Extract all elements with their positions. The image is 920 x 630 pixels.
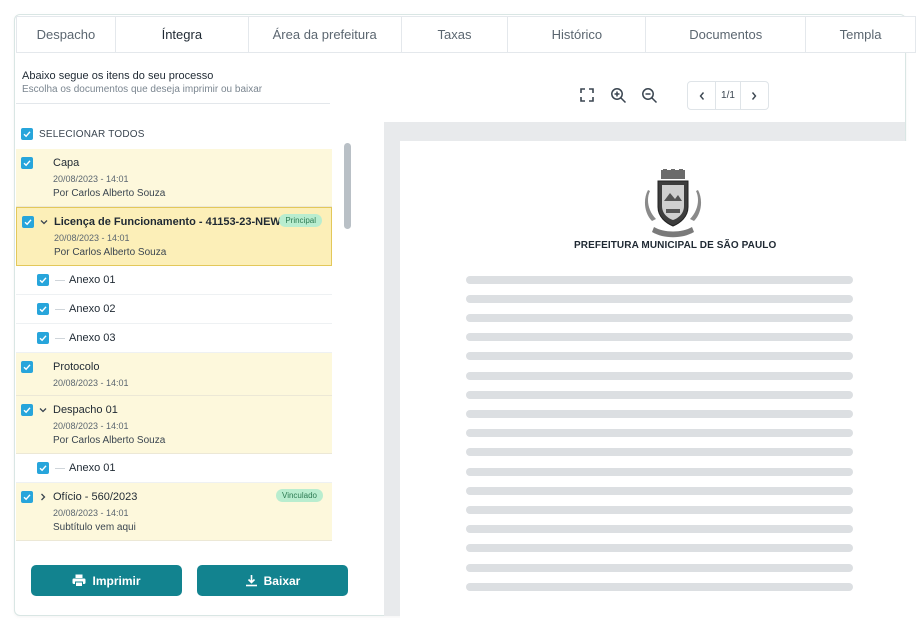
item-date: 20/08/2023 - 14:01 [53, 174, 129, 184]
item-checkbox[interactable] [21, 404, 33, 416]
text-line [466, 487, 853, 495]
print-button[interactable]: Imprimir [31, 565, 182, 596]
tree-connector [55, 468, 65, 469]
text-line [466, 583, 853, 591]
item-checkbox[interactable] [37, 274, 49, 286]
printer-icon [72, 574, 86, 587]
item-checkbox[interactable] [22, 216, 34, 228]
item-date: 20/08/2023 - 14:01 [54, 233, 130, 243]
text-line [466, 391, 853, 399]
item-subtitle: Subtítulo vem aqui [53, 522, 136, 533]
text-line [466, 276, 853, 284]
chevron-right-icon[interactable] [38, 492, 48, 502]
list-item-oficio[interactable]: Ofício - 560/2023 Vinculado 20/08/2023 -… [16, 483, 332, 541]
tree-connector [55, 309, 65, 310]
tab-templates[interactable]: Templa [806, 17, 916, 52]
text-line [466, 410, 853, 418]
text-line [466, 544, 853, 552]
org-name: PREFEITURA MUNICIPAL DE SÃO PAULO [574, 240, 777, 251]
page-indicator: 1/1 [715, 82, 741, 109]
item-checkbox[interactable] [21, 361, 33, 373]
text-line [466, 314, 853, 322]
page-navigator: 1/1 [687, 81, 769, 110]
chevron-down-icon[interactable] [38, 405, 48, 415]
chevron-right-icon [752, 91, 757, 100]
item-date: 20/08/2023 - 14:01 [53, 421, 129, 431]
download-icon [245, 575, 257, 587]
intro: Abaixo segue os itens do seu processo Es… [22, 69, 262, 97]
text-line [466, 506, 853, 514]
tab-bar: Despacho Íntegra Área da prefeitura Taxa… [16, 16, 916, 53]
chevron-down-icon[interactable] [39, 217, 49, 227]
list-item-anexo[interactable]: Anexo 01 [16, 454, 332, 483]
document-viewer[interactable]: PREFEITURA MUNICIPAL DE SÃO PAULO [384, 122, 920, 630]
fullscreen-icon[interactable] [578, 86, 596, 104]
item-checkbox[interactable] [37, 332, 49, 344]
tab-integra[interactable]: Íntegra [116, 17, 249, 52]
item-date: 20/08/2023 - 14:01 [53, 378, 129, 388]
print-button-label: Imprimir [92, 573, 141, 588]
zoom-in-icon[interactable] [609, 86, 627, 104]
list-item-anexo[interactable]: Anexo 02 [16, 295, 332, 324]
document-page: PREFEITURA MUNICIPAL DE SÃO PAULO [400, 141, 920, 630]
item-checkbox[interactable] [37, 303, 49, 315]
item-checkbox[interactable] [37, 462, 49, 474]
divider [16, 103, 330, 104]
item-title: Protocolo [53, 361, 100, 373]
coat-of-arms-logo [644, 169, 702, 238]
item-title: Ofício - 560/2023 [53, 491, 138, 503]
text-line [466, 333, 853, 341]
select-all-label: SELECIONAR TODOS [39, 128, 145, 140]
intro-title: Abaixo segue os itens do seu processo [22, 70, 214, 82]
zoom-out-icon[interactable] [640, 86, 658, 104]
item-title: Anexo 01 [69, 462, 116, 474]
intro-subtitle: Escolha os documentos que deseja imprimi… [22, 84, 263, 95]
tab-despacho[interactable]: Despacho [17, 17, 116, 52]
item-title: Despacho 01 [53, 404, 118, 416]
download-button[interactable]: Baixar [197, 565, 348, 596]
item-author: Por Carlos Alberto Souza [54, 247, 167, 258]
item-title: Anexo 02 [69, 303, 116, 315]
tab-taxas[interactable]: Taxas [402, 17, 509, 52]
text-line [466, 429, 853, 437]
select-all-checkbox[interactable] [21, 128, 33, 140]
select-all[interactable]: SELECIONAR TODOS [21, 128, 145, 140]
text-line [466, 525, 853, 533]
item-title: Anexo 03 [69, 332, 116, 344]
item-title: Anexo 01 [69, 274, 116, 286]
text-line [466, 468, 853, 476]
chevron-left-icon [699, 91, 704, 100]
document-selection-panel: Abaixo segue os itens do seu processo Es… [16, 60, 348, 596]
process-items-list: Capa 20/08/2023 - 14:01 Por Carlos Alber… [16, 149, 332, 541]
list-item-anexo[interactable]: Anexo 03 [16, 324, 332, 353]
text-line [466, 448, 853, 456]
previous-page-button[interactable] [688, 82, 715, 109]
list-item-protocolo[interactable]: Protocolo 20/08/2023 - 14:01 [16, 353, 332, 396]
tab-documentos[interactable]: Documentos [646, 17, 807, 52]
text-line [466, 352, 853, 360]
text-line [466, 295, 853, 303]
item-author: Por Carlos Alberto Souza [53, 435, 166, 446]
item-title: Capa [53, 157, 80, 169]
item-title: Licença de Funcionamento - 41153-23-NEW [54, 216, 281, 228]
download-button-label: Baixar [263, 573, 301, 588]
list-item-licenca[interactable]: Licença de Funcionamento - 41153-23-NEW … [16, 207, 332, 266]
text-line [466, 564, 853, 572]
list-item-despacho[interactable]: Despacho 01 20/08/2023 - 14:01 Por Carlo… [16, 396, 332, 454]
text-line [466, 372, 853, 380]
list-item-anexo[interactable]: Anexo 01 [16, 266, 332, 295]
tab-area-da-prefeitura[interactable]: Área da prefeitura [249, 17, 402, 52]
item-checkbox[interactable] [21, 491, 33, 503]
item-checkbox[interactable] [21, 157, 33, 169]
next-page-button[interactable] [741, 82, 768, 109]
item-author: Por Carlos Alberto Souza [53, 188, 166, 199]
list-item-capa[interactable]: Capa 20/08/2023 - 14:01 Por Carlos Alber… [16, 149, 332, 207]
item-date: 20/08/2023 - 14:01 [53, 508, 129, 518]
status-badge: Vinculado [276, 489, 323, 502]
status-badge: Principal [279, 214, 322, 227]
tree-connector [55, 338, 65, 339]
tab-historico[interactable]: Histórico [508, 17, 647, 52]
list-scrollbar[interactable] [344, 143, 351, 229]
tree-connector [55, 280, 65, 281]
